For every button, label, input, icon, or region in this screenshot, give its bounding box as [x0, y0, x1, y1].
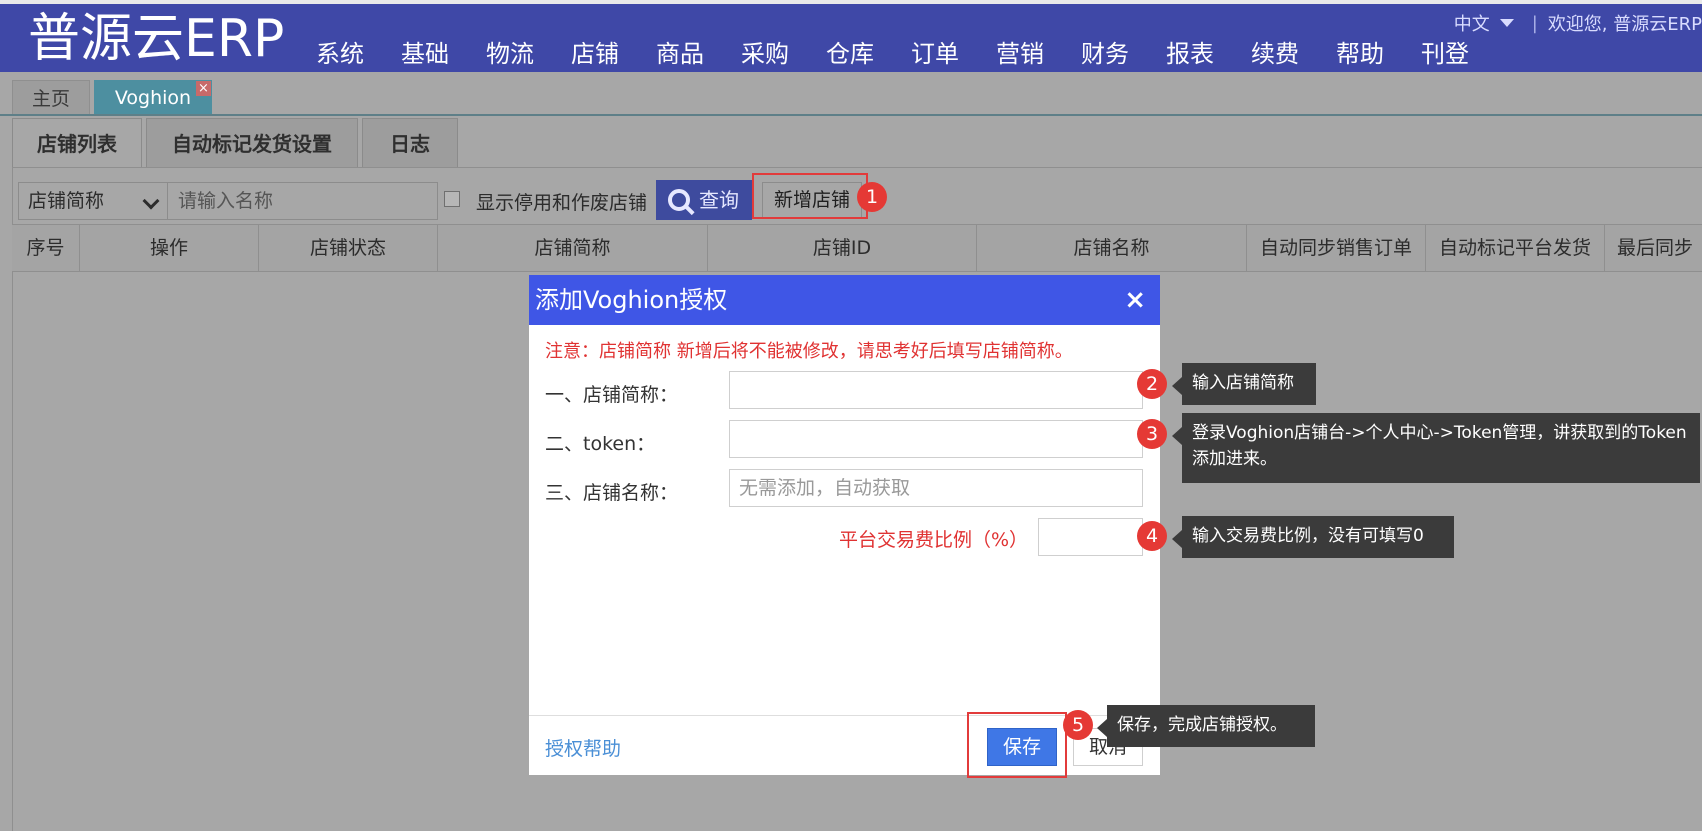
nav-item-orders[interactable]: 订单 — [911, 38, 996, 70]
top-header: 普源云ERP 系统 基础 物流 店铺 商品 采购 仓库 订单 营销 财务 报表 … — [0, 0, 1702, 72]
page-tab-bar: 主页 Voghion × — [12, 80, 216, 114]
close-icon[interactable]: × — [196, 81, 211, 96]
user-area: 中文 | 欢迎您, 普源云ERP — [1454, 10, 1702, 36]
column-header-index: 序号 — [12, 225, 80, 271]
welcome-text: 欢迎您, 普源云ERP — [1547, 14, 1702, 35]
nav-item-logistics[interactable]: 物流 — [486, 38, 571, 70]
column-header-auto-mark: 自动标记平台发货 — [1426, 225, 1605, 271]
table-header: 序号 操作 店铺状态 店铺简称 店铺ID 店铺名称 自动同步销售订单 自动标记平… — [12, 224, 1702, 272]
shop-name-input[interactable]: 无需添加，自动获取 — [729, 469, 1143, 507]
query-button[interactable]: 查询 — [656, 180, 752, 220]
tooltip-step-2: 输入店铺简称 — [1172, 363, 1316, 405]
auth-help-link[interactable]: 授权帮助 — [545, 734, 621, 761]
notice-text: 注意：店铺简称 新增后将不能被修改，请思考好后填写店铺简称。 — [545, 341, 1073, 362]
column-header-shop-name: 店铺名称 — [977, 225, 1247, 271]
nav-item-help[interactable]: 帮助 — [1336, 38, 1421, 70]
main-nav: 系统 基础 物流 店铺 商品 采购 仓库 订单 营销 财务 报表 续费 帮助 刊… — [316, 38, 1506, 70]
chevron-down-icon — [142, 192, 160, 210]
step-badge-5: 5 — [1063, 710, 1093, 740]
column-header-auto-sync: 自动同步销售订单 — [1247, 225, 1426, 271]
tab-voghion-label: Voghion — [114, 87, 192, 109]
tab-logs[interactable]: 日志 — [362, 118, 458, 168]
token-input[interactable] — [729, 420, 1143, 458]
sub-tab-bar: 店铺列表 自动标记发货设置 日志 — [12, 118, 462, 168]
tooltip-step-3: 登录Voghion店铺台->个人中心->Token管理，讲获取到的Token添加… — [1172, 413, 1700, 483]
nav-item-warehouse[interactable]: 仓库 — [826, 38, 911, 70]
language-label: 中文 — [1453, 14, 1490, 35]
shop-abbr-input[interactable] — [729, 371, 1143, 409]
show-disabled-label: 显示停用和作废店铺 — [476, 192, 648, 214]
nav-item-purchase[interactable]: 采购 — [741, 38, 826, 70]
dialog-title: 添加Voghion授权 — [535, 286, 728, 314]
search-input[interactable]: 请输入名称 — [168, 182, 438, 220]
column-header-shop-abbr: 店铺简称 — [438, 225, 708, 271]
search-field-select[interactable]: 店铺简称 — [18, 182, 168, 220]
nav-item-shops[interactable]: 店铺 — [571, 38, 656, 70]
tooltip-step-4: 输入交易费比例，没有可填写0 — [1172, 516, 1454, 558]
app-logo: 普源云ERP — [28, 9, 285, 69]
shop-abbr-label: 一、店铺简称： — [545, 384, 679, 406]
nav-item-basics[interactable]: 基础 — [401, 38, 486, 70]
nav-item-finance[interactable]: 财务 — [1081, 38, 1166, 70]
add-auth-dialog: 添加Voghion授权 × 注意：店铺简称 新增后将不能被修改，请思考好后填写店… — [529, 275, 1160, 775]
query-button-label: 查询 — [699, 188, 739, 212]
dialog-header: 添加Voghion授权 × — [529, 275, 1160, 325]
column-header-status: 店铺状态 — [259, 225, 438, 271]
column-header-actions: 操作 — [80, 225, 259, 271]
column-header-last-sync: 最后同步 — [1617, 237, 1694, 259]
step-badge-1: 1 — [857, 182, 887, 212]
nav-item-marketing[interactable]: 营销 — [996, 38, 1081, 70]
fee-ratio-label: 平台交易费比例（%） — [839, 529, 1029, 551]
token-label: 二、token： — [545, 433, 656, 455]
header-separator: | — [1531, 12, 1538, 34]
show-disabled-checkbox[interactable] — [444, 191, 460, 207]
nav-item-products[interactable]: 商品 — [656, 38, 741, 70]
tab-home[interactable]: 主页 — [12, 80, 90, 114]
search-field-select-value: 店铺简称 — [28, 190, 105, 212]
tab-voghion[interactable]: Voghion × — [94, 80, 212, 114]
language-selector[interactable]: 中文 — [1454, 10, 1514, 36]
step-badge-3: 3 — [1137, 419, 1167, 449]
tab-divider — [0, 114, 1702, 116]
close-icon[interactable]: × — [1124, 275, 1146, 325]
step-badge-2: 2 — [1137, 369, 1167, 399]
nav-item-renewal[interactable]: 续费 — [1251, 38, 1336, 70]
shop-name-label: 三、店铺名称： — [545, 482, 679, 504]
tooltip-step-5: 保存，完成店铺授权。 — [1097, 705, 1315, 747]
search-icon — [668, 189, 690, 211]
nav-item-system[interactable]: 系统 — [316, 38, 401, 70]
caret-down-icon — [1499, 19, 1514, 27]
tab-shop-list[interactable]: 店铺列表 — [12, 118, 142, 168]
step-badge-4: 4 — [1137, 521, 1167, 551]
nav-item-reports[interactable]: 报表 — [1166, 38, 1251, 70]
column-header-shop-id: 店铺ID — [708, 225, 977, 271]
nav-item-listing[interactable]: 刊登 — [1421, 38, 1506, 70]
fee-ratio-input[interactable] — [1038, 518, 1143, 556]
highlight-box-add-shop — [752, 173, 868, 219]
highlight-box-save — [967, 712, 1067, 778]
tab-auto-ship-settings[interactable]: 自动标记发货设置 — [146, 118, 358, 168]
